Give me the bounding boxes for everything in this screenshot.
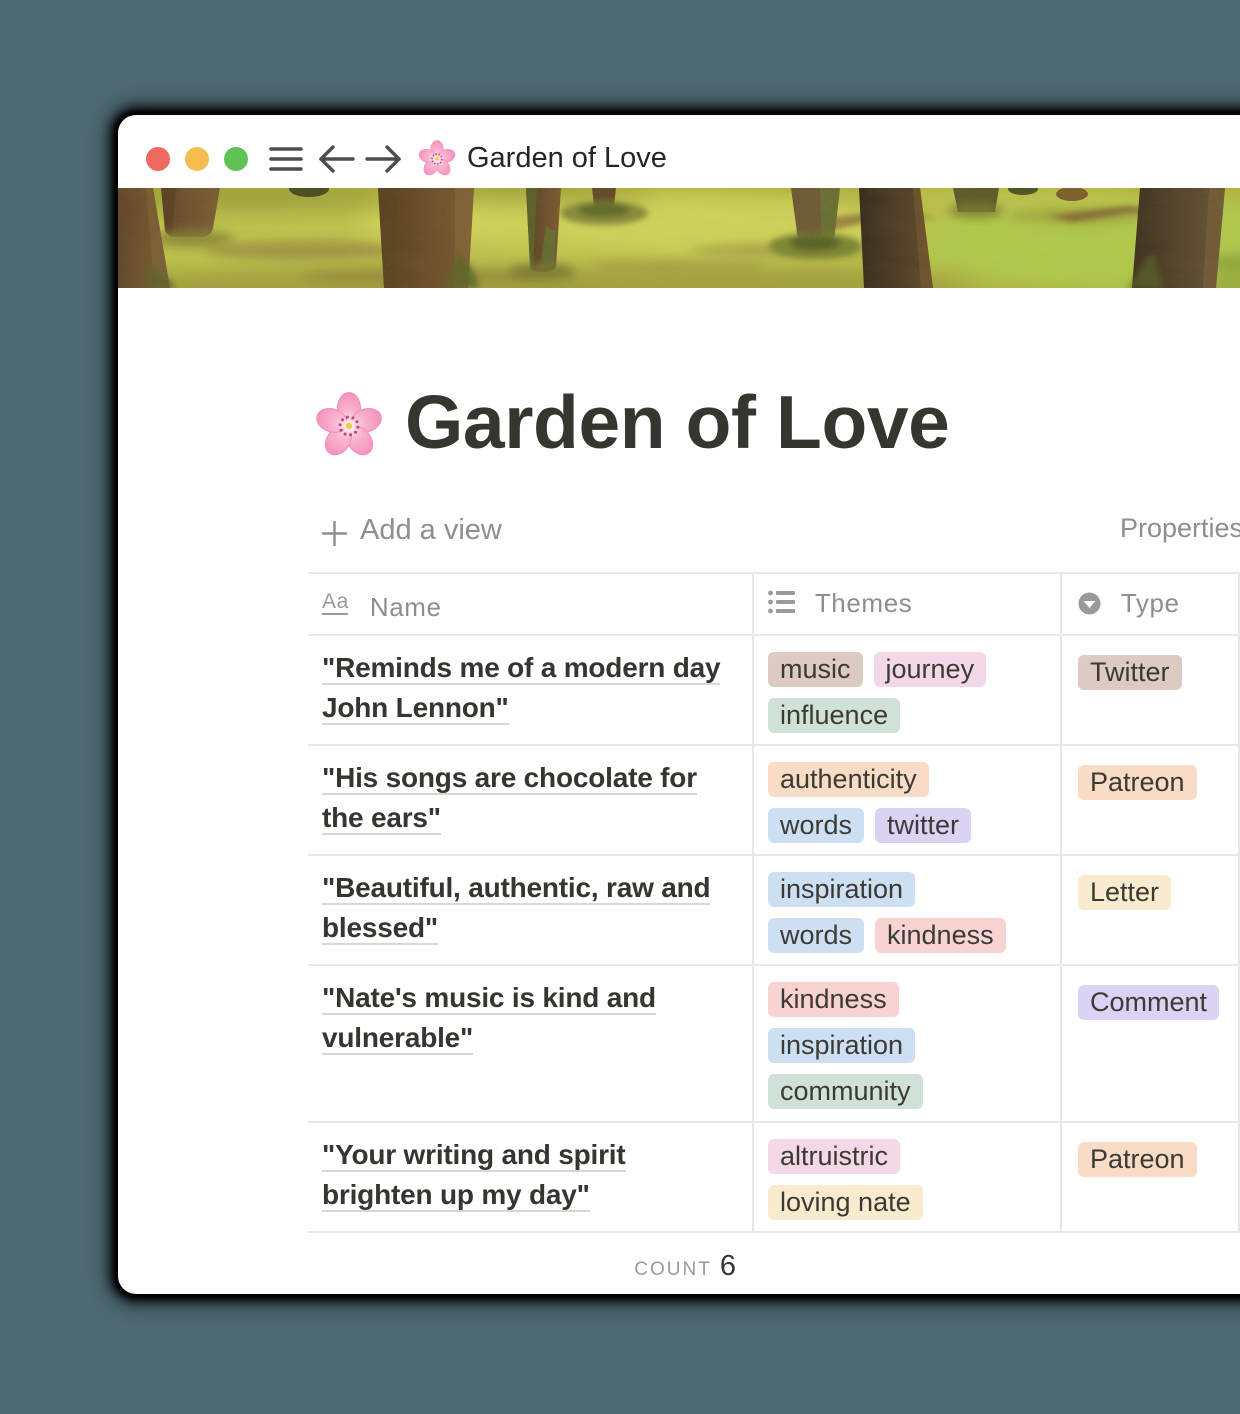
svg-text:Aa: Aa xyxy=(322,590,349,613)
